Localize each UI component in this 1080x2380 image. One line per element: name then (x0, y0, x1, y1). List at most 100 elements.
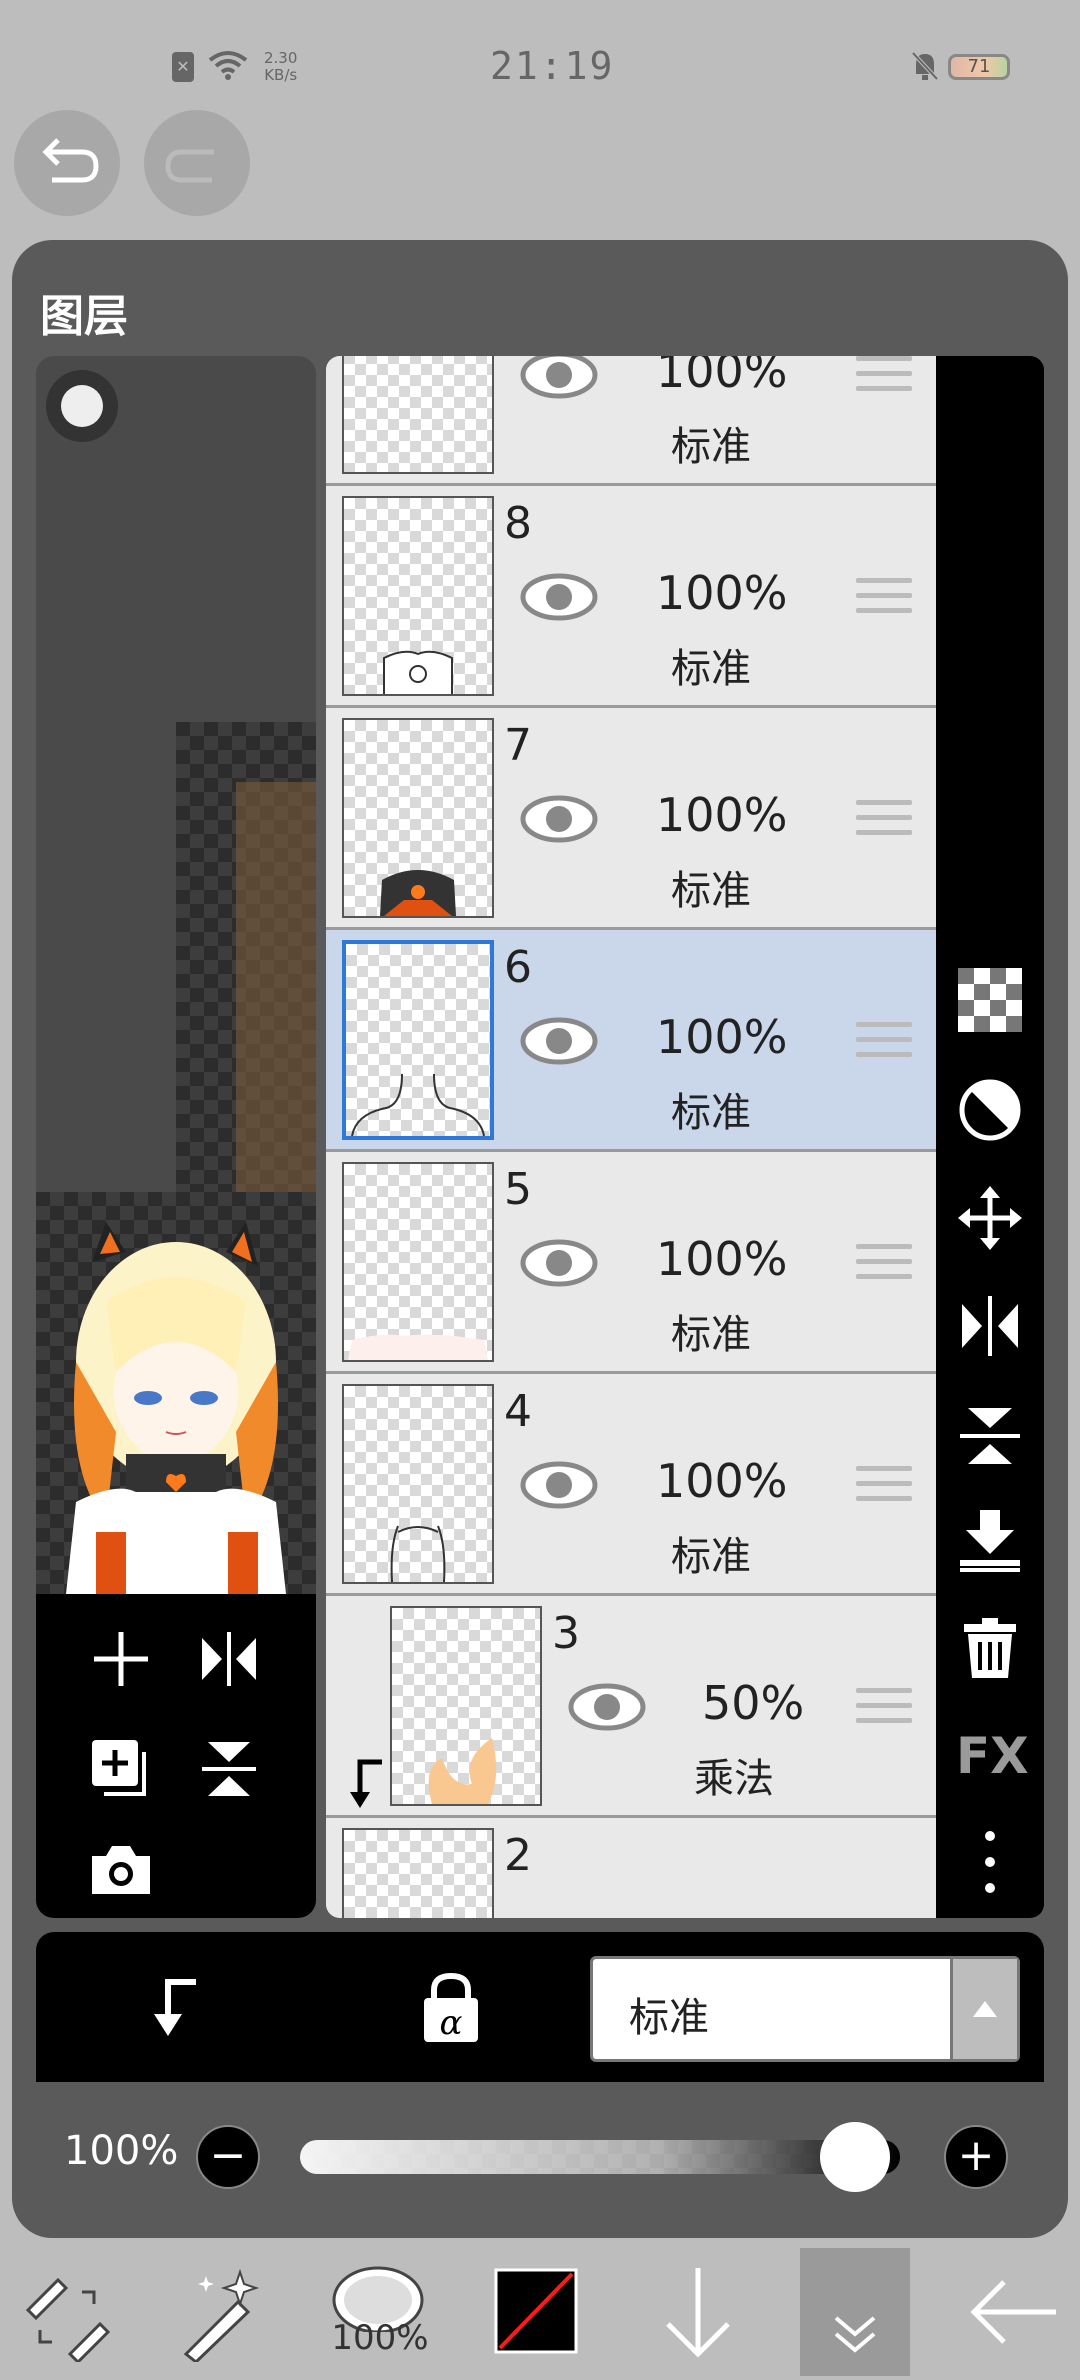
flip-v-icon (960, 1408, 1020, 1464)
brush-eraser-icon (25, 2277, 111, 2365)
layer-number: 6 (504, 942, 532, 993)
layer-list[interactable]: 100% 标准 8 100% 标准 7 100% 标准 6 100% 标准 5 … (326, 356, 936, 1918)
layer-opacity: 100% (656, 1010, 788, 1064)
eye-icon[interactable] (520, 1238, 598, 1288)
drag-handle[interactable] (856, 1022, 912, 1060)
delete-layer-button[interactable] (956, 1614, 1024, 1682)
eye-icon[interactable] (520, 794, 598, 844)
layer-thumbnail (342, 718, 494, 918)
panel-title: 图层 (40, 291, 128, 342)
flip-vertical-layer-button[interactable] (956, 1402, 1024, 1470)
layer-thumbnail (342, 356, 494, 474)
layer-opacity: 100% (656, 566, 788, 620)
thumbnail-sketch (351, 1073, 485, 1137)
import-photo-button[interactable] (86, 1834, 156, 1904)
brush-size-button[interactable]: 100% (330, 2262, 430, 2362)
character-illustration (66, 1222, 286, 1594)
drag-handle[interactable] (856, 578, 912, 616)
canvas-edge (176, 722, 316, 1192)
color-picker-button[interactable] (494, 2268, 578, 2354)
merge-down-button[interactable] (956, 1506, 1024, 1574)
net-speed-value: 2.30 (264, 49, 298, 67)
clipping-button[interactable] (140, 1972, 210, 2042)
add-layer-button[interactable] (86, 1624, 156, 1694)
eye-icon[interactable] (520, 356, 598, 400)
drag-handle[interactable] (856, 1466, 912, 1504)
net-speed-unit: KB/s (264, 66, 298, 84)
plus-icon (94, 1632, 148, 1686)
layer-row[interactable]: 4 100% 标准 (326, 1374, 936, 1596)
layer-number: 5 (504, 1164, 532, 1215)
layer-row-selected[interactable]: 6 100% 标准 (326, 930, 936, 1152)
layer-row[interactable]: 100% 标准 (326, 356, 936, 486)
merge-down-icon (960, 1510, 1020, 1572)
layer-blend-mode: 标准 (671, 1312, 751, 1358)
opacity-plus-button[interactable]: + (944, 2125, 1008, 2189)
thumbnail-sketch (428, 1738, 497, 1804)
layer-thumbnail (342, 1384, 494, 1584)
sim-icon: ✕ (172, 52, 194, 82)
layer-blend-mode: 标准 (671, 424, 751, 470)
layer-opacity: 100% (656, 356, 788, 398)
invert-button[interactable] (956, 1076, 1024, 1144)
opacity-slider-knob[interactable] (820, 2122, 890, 2192)
eye-icon[interactable] (520, 1460, 598, 1510)
menu-button[interactable] (800, 2248, 910, 2376)
layer-row[interactable]: 2 (326, 1818, 936, 1918)
fx-button[interactable]: FX (956, 1722, 1029, 1790)
preview-toggle[interactable] (46, 370, 118, 442)
more-options-button[interactable] (956, 1828, 1024, 1896)
status-bar: ✕ 2.30 KB/s 21:19 71 (0, 0, 1080, 110)
thumbnail-sketch (348, 1334, 488, 1360)
layer-number: 2 (504, 1830, 532, 1881)
drag-handle[interactable] (856, 1688, 912, 1726)
transparency-button[interactable] (956, 966, 1024, 1034)
layer-row[interactable]: 7 100% 标准 (326, 708, 936, 930)
back-button[interactable] (964, 2262, 1064, 2362)
eye-icon[interactable] (520, 572, 598, 622)
eye-icon[interactable] (568, 1682, 646, 1732)
toggle-knob (61, 385, 103, 427)
opacity-label: 100% (64, 2128, 179, 2174)
clip-icon (154, 1979, 196, 2036)
layer-opacity: 50% (702, 1676, 805, 1730)
brush-size-label: 100% (331, 2318, 429, 2358)
layer-thumbnail (342, 1828, 494, 1918)
blend-mode-value: 标准 (629, 1995, 709, 2041)
flip-horizontal-button[interactable] (194, 1624, 264, 1694)
layer-row-clipped[interactable]: 3 50% 乘法 (326, 1596, 936, 1818)
eye-icon[interactable] (520, 1016, 598, 1066)
duplicate-layer-button[interactable] (86, 1734, 156, 1804)
layer-blend-mode: 标准 (671, 1534, 751, 1580)
move-button[interactable] (956, 1184, 1024, 1252)
tool-switch-button[interactable] (22, 2262, 112, 2365)
camera-icon (92, 1846, 150, 1894)
layer-row[interactable]: 8 100% 标准 (326, 486, 936, 708)
opacity-minus-button[interactable]: − (196, 2125, 260, 2189)
blend-mode-select[interactable]: 标准 (590, 1956, 1020, 2062)
color-swatch-icon (494, 2268, 578, 2354)
alpha-lock-button[interactable]: α (416, 1970, 486, 2044)
magic-brush-button[interactable] (176, 2262, 266, 2364)
flip-h-icon (962, 1296, 1018, 1356)
dropdown-arrow[interactable] (950, 1959, 1017, 2059)
clip-arrow-icon (350, 1759, 382, 1808)
drag-handle[interactable] (856, 1244, 912, 1282)
triangle-up-icon (973, 2001, 997, 2017)
redo-button[interactable] (144, 110, 250, 216)
layer-number: 7 (504, 720, 532, 771)
flip-vertical-button[interactable] (194, 1734, 264, 1804)
opacity-slider-fill (300, 2140, 900, 2174)
drag-handle[interactable] (856, 800, 912, 838)
layer-row[interactable]: 5 100% 标准 (326, 1152, 936, 1374)
net-speed: 2.30 KB/s (264, 50, 297, 84)
duplicate-icon (92, 1740, 146, 1796)
flip-horizontal-layer-button[interactable] (956, 1292, 1024, 1360)
thumbnail-artwork (36, 1192, 316, 1594)
flip-h-icon (202, 1632, 256, 1686)
layer-down-button[interactable] (648, 2262, 748, 2362)
opacity-slider-track[interactable] (300, 2140, 900, 2174)
undo-button[interactable] (14, 110, 120, 216)
drag-handle[interactable] (856, 356, 912, 394)
layer-opacity: 100% (656, 1454, 788, 1508)
